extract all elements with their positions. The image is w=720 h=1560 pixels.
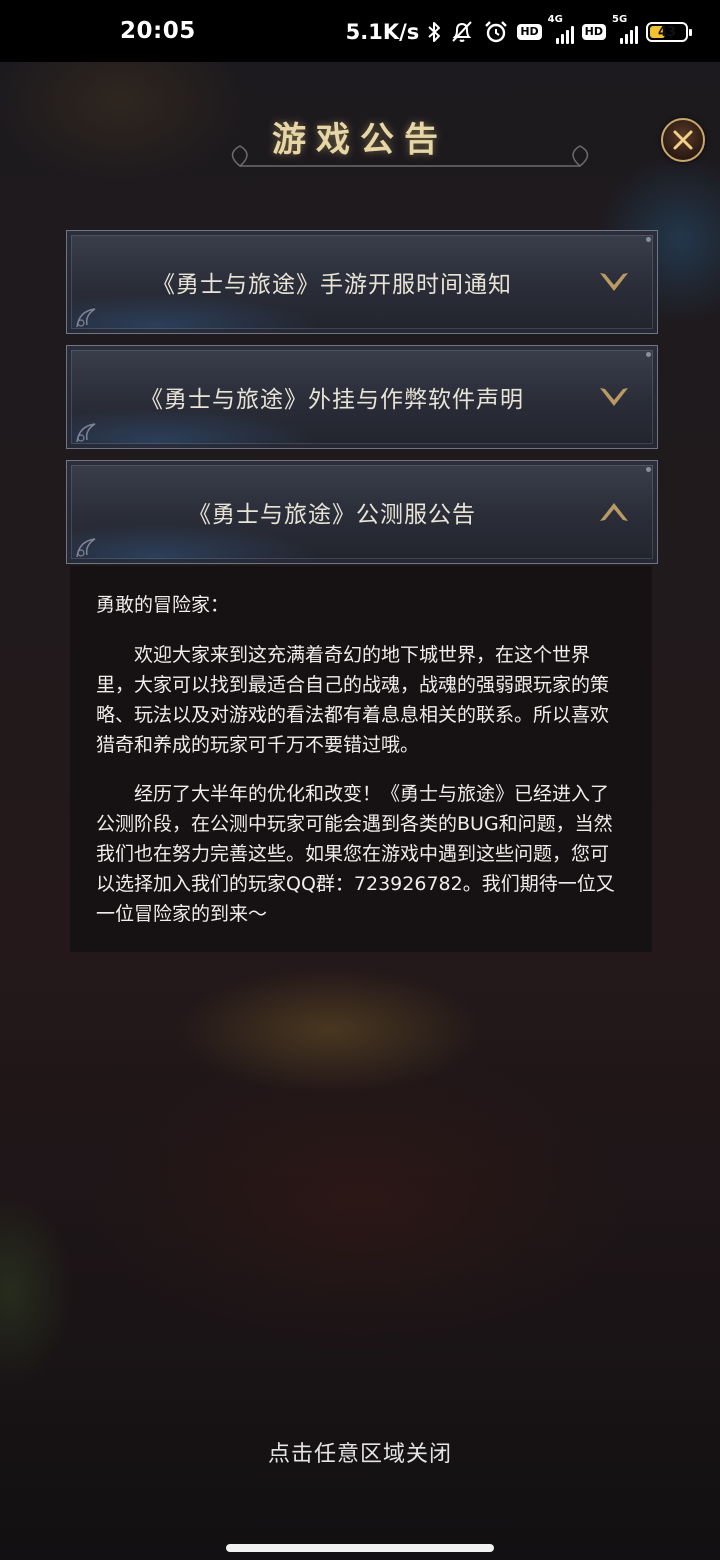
- bluetooth-icon: [427, 20, 441, 44]
- alarm-icon: [483, 19, 509, 45]
- status-indicators: 5.1K/s HD 4G HD 5G 43: [345, 14, 692, 48]
- content-paragraph-open-beta: 经历了大半年的优化和改变！《勇士与旅途》已经进入了公测阶段，在公测中玩家可能会遇…: [96, 783, 615, 925]
- close-button[interactable]: [661, 118, 705, 162]
- chevron-up-icon[interactable]: [597, 497, 631, 527]
- network-label-1: 4G: [547, 14, 563, 25]
- network-label-2: 5G: [612, 14, 628, 25]
- status-bar: 20:05 5.1K/s HD 4G HD 5G 43: [0, 0, 720, 62]
- notice-item-launch-time[interactable]: 《勇士与旅途》手游开服时间通知: [66, 230, 658, 334]
- battery-level: 43: [657, 24, 677, 40]
- corner-dot: [646, 352, 651, 357]
- net-speed: 5.1K/s: [345, 20, 420, 44]
- hd-badge-2: HD: [581, 24, 606, 40]
- home-indicator[interactable]: [226, 1544, 494, 1552]
- notice-item-open-beta[interactable]: 《勇士与旅途》公测服公告: [66, 460, 658, 564]
- notice-item-cheat-statement[interactable]: 《勇士与旅途》外挂与作弊软件声明: [66, 345, 658, 449]
- status-time: 20:05: [120, 18, 196, 44]
- hd-badge-1: HD: [517, 24, 542, 40]
- dialog-title: 游戏公告: [272, 120, 448, 160]
- notice-title: 《勇士与旅途》公测服公告: [188, 502, 476, 528]
- signal-icon-2: 5G: [612, 14, 638, 44]
- close-icon: [673, 130, 693, 150]
- content-paragraph-welcome: 欢迎大家来到这充满着奇幻的地下城世界，在这个世界里，大家可以找到最适合自己的战魂…: [96, 644, 610, 756]
- signal-icon-1: 4G: [548, 14, 574, 44]
- screen[interactable]: 20:05 5.1K/s HD 4G HD 5G 43 游戏公告 《勇士与旅途》…: [0, 0, 720, 1560]
- chevron-down-icon[interactable]: [597, 267, 631, 297]
- corner-dot: [646, 467, 651, 472]
- notice-title: 《勇士与旅途》手游开服时间通知: [152, 272, 512, 298]
- content-greeting: 勇敢的冒险家：: [96, 594, 230, 616]
- notice-title: 《勇士与旅途》外挂与作弊软件声明: [140, 387, 524, 413]
- mute-icon: [449, 19, 475, 45]
- chevron-down-icon[interactable]: [597, 382, 631, 412]
- dismiss-hint[interactable]: 点击任意区域关闭: [0, 1436, 720, 1468]
- corner-dot: [646, 237, 651, 242]
- notice-content: 勇敢的冒险家： 欢迎大家来到这充满着奇幻的地下城世界，在这个世界里，大家可以找到…: [70, 566, 652, 952]
- battery-icon: 43: [646, 22, 692, 42]
